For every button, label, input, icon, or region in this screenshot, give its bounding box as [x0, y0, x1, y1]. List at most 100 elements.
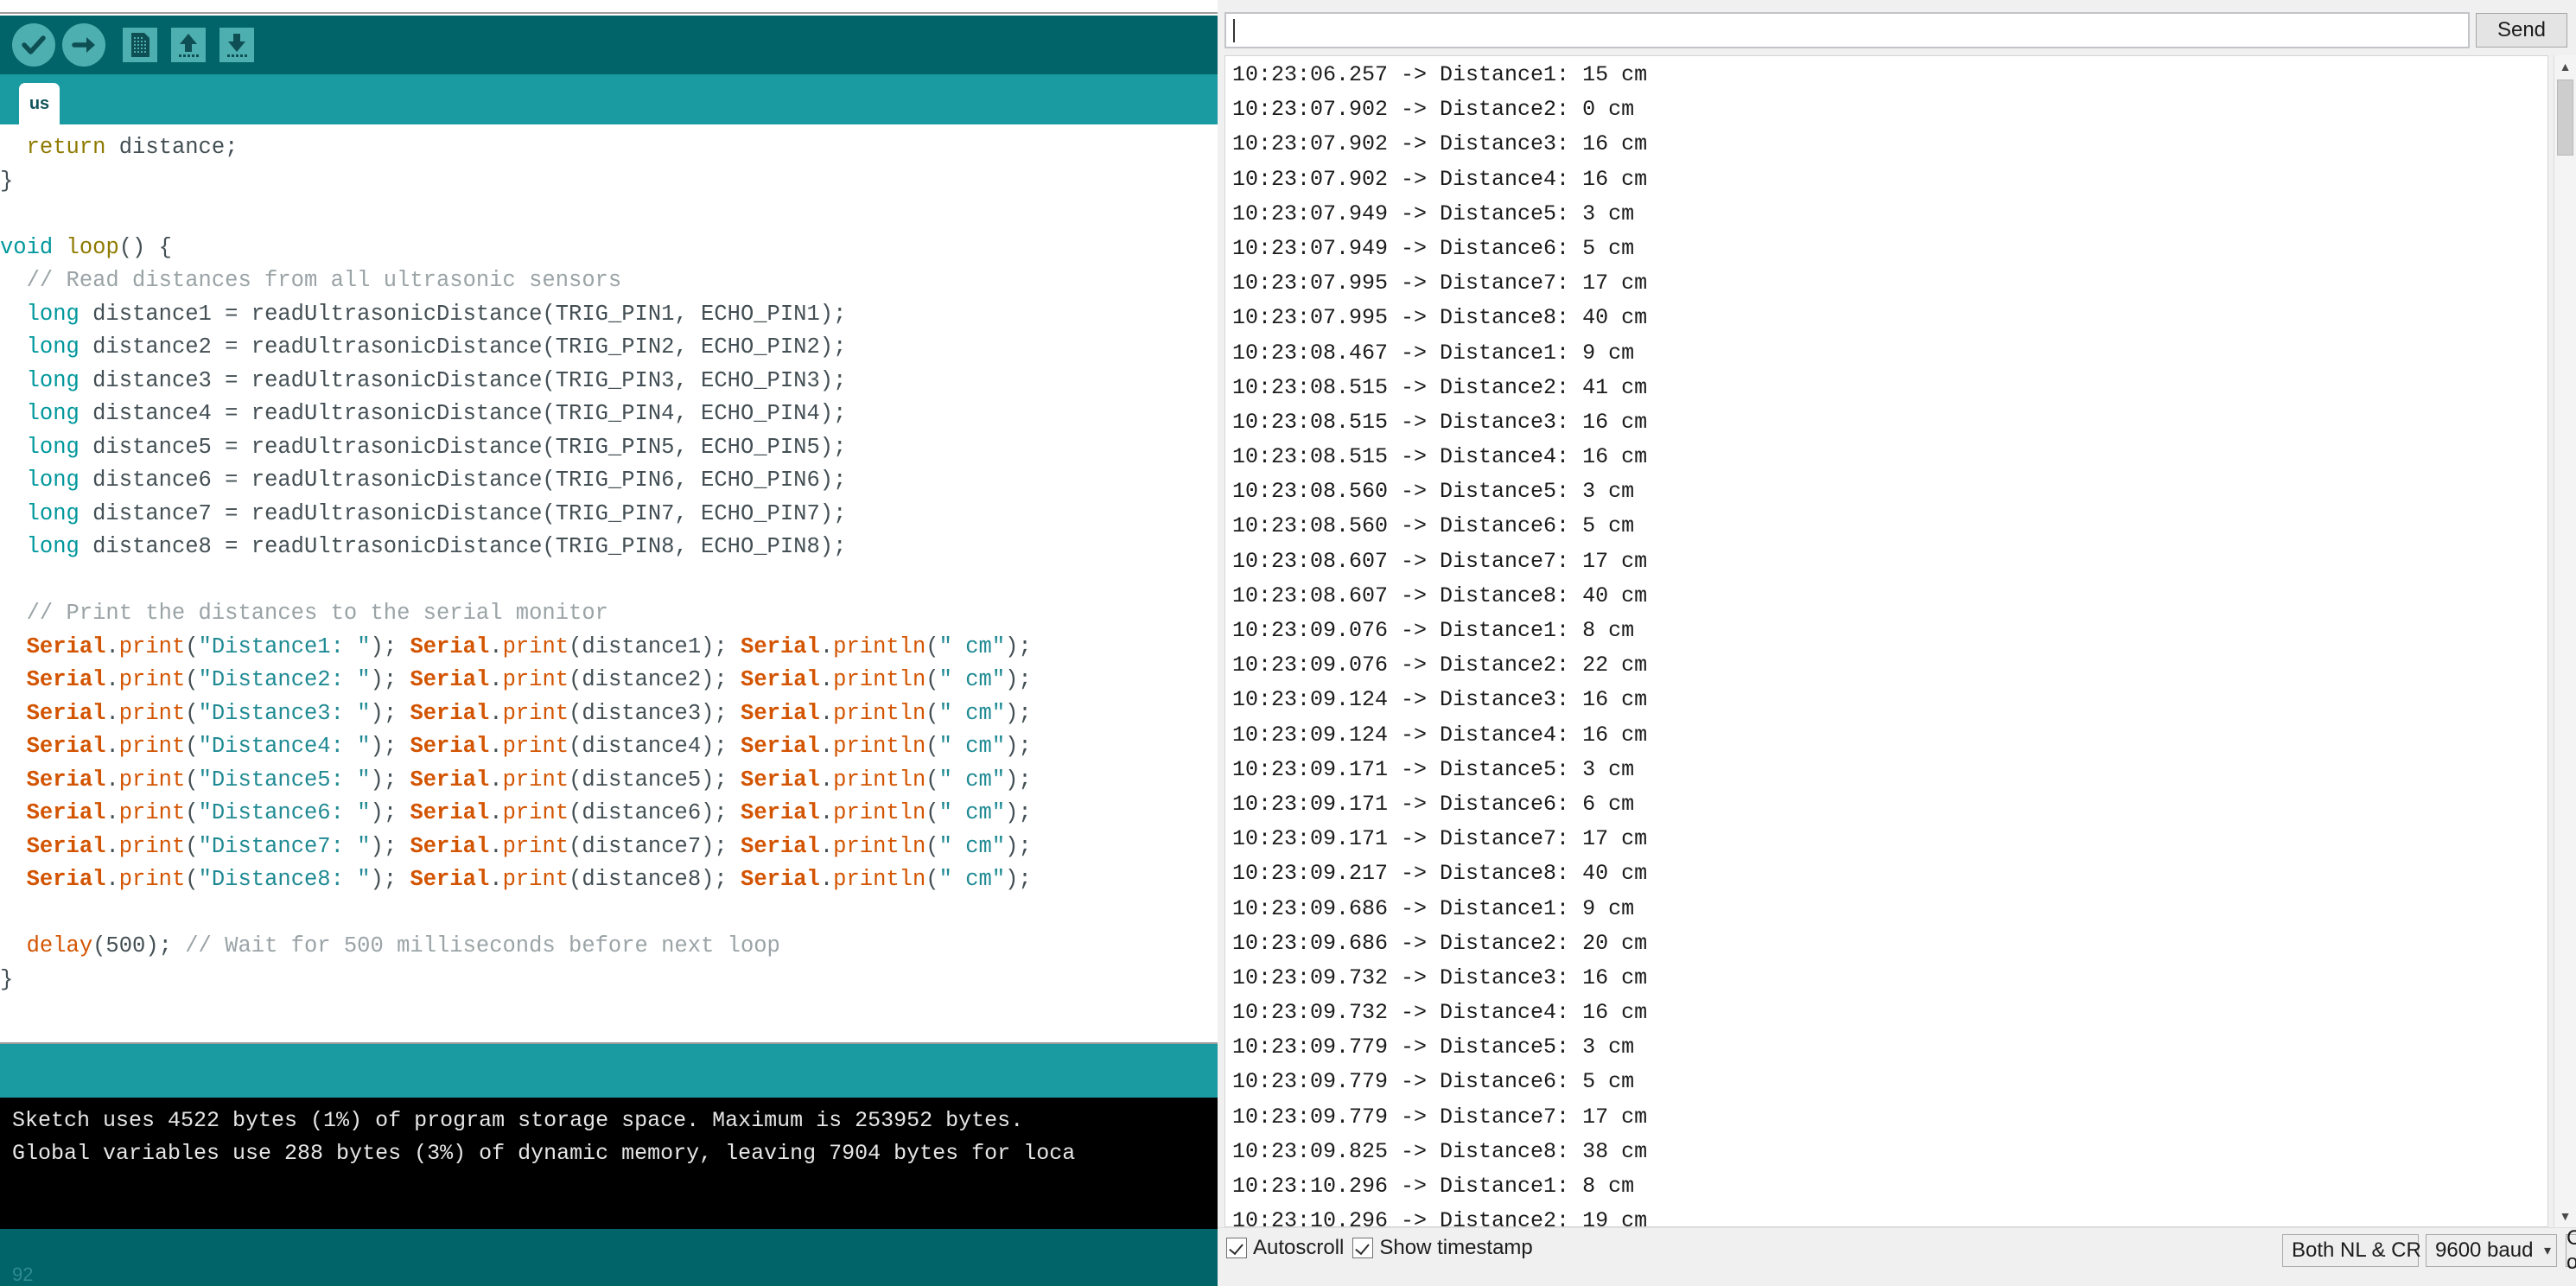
serial-send-input[interactable]: [1224, 12, 2470, 48]
code-token: [0, 601, 27, 626]
code-token: " cm": [939, 834, 1006, 859]
save-sketch-button[interactable]: [219, 28, 254, 62]
scroll-down-icon[interactable]: ▼: [2554, 1205, 2576, 1227]
code-token: .: [105, 800, 118, 825]
code-token: " cm": [939, 667, 1006, 692]
code-token: );: [371, 867, 410, 892]
code-token: "Distance1: ": [199, 634, 371, 659]
serial-log-line: 10:23:09.825 -> Distance8: 38 cm: [1232, 1135, 1647, 1169]
verify-button[interactable]: [12, 23, 55, 67]
show-timestamp-checkbox[interactable]: Show timestamp: [1352, 1236, 1532, 1260]
send-button[interactable]: Send: [2476, 13, 2567, 48]
baud-rate-select[interactable]: 9600 baud ▾: [2426, 1234, 2557, 1267]
code-token: Serial: [410, 834, 489, 859]
code-line: Serial.print("Distance3: "); Serial.prin…: [0, 697, 1032, 731]
code-token: [0, 135, 27, 160]
serial-log-scrollbar[interactable]: ▲ ▼: [2554, 55, 2576, 1227]
serial-log-line: 10:23:06.257 -> Distance1: 15 cm: [1232, 58, 1647, 92]
code-token: (distance3);: [569, 701, 741, 726]
serial-monitor-panel: Send 10:23:06.257 -> Distance1: 15 cm10:…: [1218, 0, 2576, 1286]
serial-log-line: 10:23:08.560 -> Distance5: 3 cm: [1232, 474, 1647, 509]
code-line: void loop() {: [0, 232, 1032, 265]
code-token: .: [820, 667, 833, 692]
ide-status-bar: [0, 1044, 1218, 1098]
code-token: (: [925, 767, 938, 793]
code-token: distance7 = readUltrasonicDistance(TRIG_…: [80, 501, 847, 526]
code-token: " cm": [939, 701, 1006, 726]
serial-log-line: 10:23:09.124 -> Distance3: 16 cm: [1232, 683, 1647, 717]
serial-log-line: 10:23:07.949 -> Distance5: 3 cm: [1232, 197, 1647, 232]
serial-output-log[interactable]: 10:23:06.257 -> Distance1: 15 cm10:23:07…: [1224, 55, 2548, 1227]
code-token: distance4 = readUltrasonicDistance(TRIG_…: [80, 401, 847, 426]
code-token: [0, 701, 27, 726]
code-token: Serial: [410, 800, 489, 825]
open-sketch-button[interactable]: [171, 28, 206, 62]
code-token: (: [185, 701, 198, 726]
code-token: Serial: [741, 667, 820, 692]
code-token: );: [1005, 701, 1032, 726]
code-line: ​: [0, 198, 1032, 232]
code-token: " cm": [939, 867, 1006, 892]
code-token: "Distance5: ": [199, 767, 371, 793]
serial-log-line: 10:23:09.171 -> Distance5: 3 cm: [1232, 753, 1647, 787]
serial-log-line: 10:23:08.607 -> Distance7: 17 cm: [1232, 544, 1647, 579]
code-token: "Distance7: ": [199, 834, 371, 859]
code-line: ​: [0, 564, 1032, 598]
code-token: .: [105, 667, 118, 692]
scrollbar-thumb[interactable]: [2557, 80, 2573, 156]
code-line: // Print the distances to the serial mon…: [0, 597, 1032, 631]
code-token: println: [833, 667, 925, 692]
code-token: [0, 302, 27, 327]
compile-output-console[interactable]: Sketch uses 4522 bytes (1%) of program s…: [0, 1098, 1218, 1229]
serial-log-line: 10:23:07.949 -> Distance6: 5 cm: [1232, 232, 1647, 266]
ide-panel: us return distance;}​void loop() { // Re…: [0, 0, 1218, 1286]
code-token: (: [185, 867, 198, 892]
code-token: Serial: [410, 634, 489, 659]
code-token: Serial: [410, 701, 489, 726]
code-line: return distance;: [0, 131, 1032, 165]
code-token: "Distance2: ": [199, 667, 371, 692]
code-token: (distance1);: [569, 634, 741, 659]
code-token: // Wait for 500 milliseconds before next…: [185, 933, 780, 958]
send-button-label: Send: [2497, 18, 2546, 42]
code-token: print: [119, 634, 186, 659]
serial-log-line: 10:23:09.686 -> Distance1: 9 cm: [1232, 892, 1647, 926]
code-token: [0, 268, 27, 293]
code-token: (: [925, 634, 938, 659]
new-sketch-button[interactable]: [123, 28, 157, 62]
code-token: (: [185, 634, 198, 659]
serial-options-group: Autoscroll Show timestamp: [1226, 1236, 1533, 1260]
code-token: long: [27, 334, 80, 360]
code-token: distance;: [105, 135, 238, 160]
code-token: println: [833, 800, 925, 825]
code-token: );: [371, 800, 410, 825]
scroll-up-icon[interactable]: ▲: [2554, 55, 2576, 78]
code-token: .: [820, 701, 833, 726]
console-line: Sketch uses 4522 bytes (1%) of program s…: [12, 1105, 1075, 1137]
code-token: distance3 = readUltrasonicDistance(TRIG_…: [80, 368, 847, 393]
autoscroll-checkbox[interactable]: Autoscroll: [1226, 1236, 1344, 1260]
upload-button[interactable]: [62, 23, 105, 67]
code-token: (distance2);: [569, 667, 741, 692]
ide-footer: 92: [0, 1229, 1218, 1286]
code-token: (: [925, 834, 938, 859]
serial-log-line: 10:23:07.902 -> Distance2: 0 cm: [1232, 92, 1647, 127]
code-token: .: [489, 734, 502, 759]
line-ending-select[interactable]: Both NL & CR ▾: [2282, 1234, 2419, 1267]
code-token: delay: [27, 933, 93, 958]
code-token: " cm": [939, 634, 1006, 659]
code-editor[interactable]: return distance;}​void loop() { // Read …: [0, 124, 1218, 1042]
code-token: );: [371, 667, 410, 692]
code-token: (: [925, 701, 938, 726]
code-token: [0, 334, 27, 360]
serial-log-line: 10:23:10.296 -> Distance1: 8 cm: [1232, 1169, 1647, 1204]
clear-output-button[interactable]: Clear output: [2566, 1234, 2576, 1267]
sketch-tab-label: us: [29, 94, 49, 114]
code-token: [0, 435, 27, 460]
code-token: Serial: [741, 734, 820, 759]
code-line: Serial.print("Distance6: "); Serial.prin…: [0, 797, 1032, 831]
code-token: (: [185, 834, 198, 859]
code-token: Serial: [741, 834, 820, 859]
sketch-tab[interactable]: us: [19, 83, 60, 124]
code-line: long distance8 = readUltrasonicDistance(…: [0, 531, 1032, 564]
